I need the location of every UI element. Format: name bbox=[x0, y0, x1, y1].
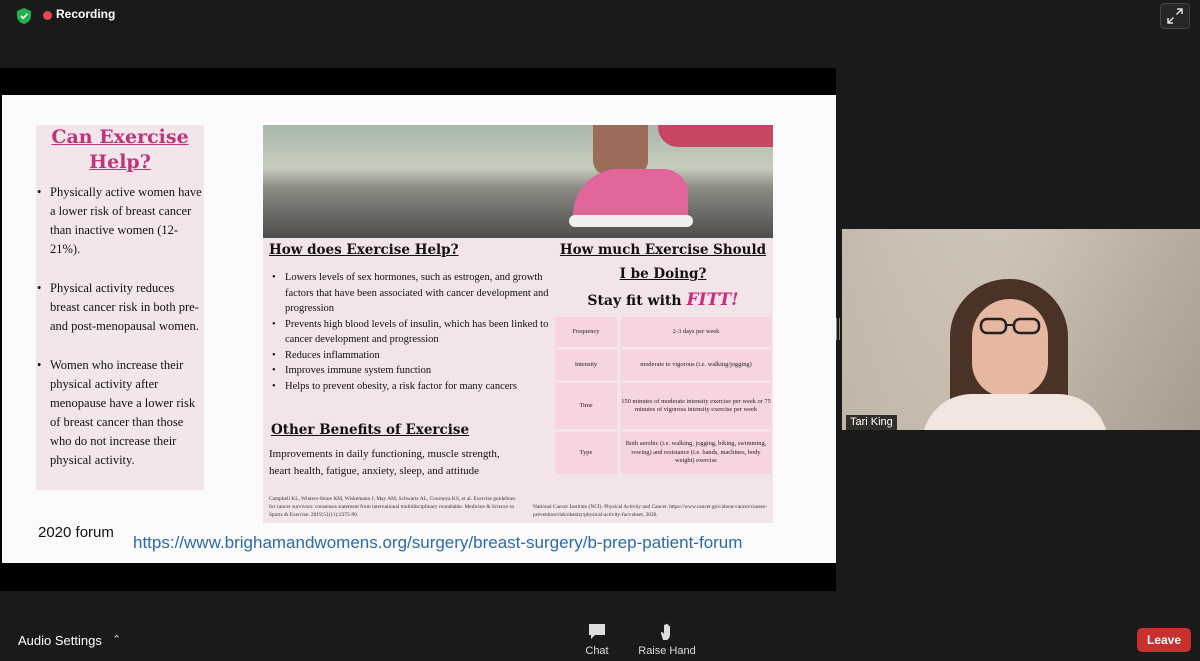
participant-shirt bbox=[922, 394, 1108, 430]
recording-label[interactable]: Recording bbox=[56, 7, 115, 21]
list-item: Reduces inflammation bbox=[271, 348, 551, 364]
meeting-top-bar: Recording bbox=[0, 0, 1200, 32]
photo-arm bbox=[658, 125, 773, 147]
presentation-slide: Can Exercise Help? Physically active wom… bbox=[2, 95, 836, 563]
participant-glasses bbox=[979, 317, 1041, 335]
fitt-label: Time bbox=[555, 383, 617, 429]
fitt-value: Both aerobic (i.e. walking, jogging, bik… bbox=[621, 432, 771, 474]
table-row: Frequency 2-3 days per week bbox=[555, 317, 771, 347]
fitt-label: Type bbox=[555, 432, 617, 474]
table-row: Type Both aerobic (i.e. walking, jogging… bbox=[555, 432, 771, 474]
participant-name-tag: Tari King bbox=[846, 415, 897, 430]
how-much-heading-line2: I be Doing? bbox=[619, 266, 707, 282]
chevron-up-icon[interactable]: ⌃ bbox=[112, 633, 121, 646]
list-item: Physical activity reduces breast cancer … bbox=[36, 279, 204, 336]
meeting-toolbar: Audio Settings ⌃ Chat Raise Hand Leave bbox=[0, 617, 1200, 661]
recording-dot-icon bbox=[43, 11, 52, 20]
list-item: Women who increase their physical activi… bbox=[36, 356, 204, 470]
fitt-value: moderate to vigorous (i.e. walking/joggi… bbox=[621, 350, 771, 380]
fitt-value: 150 minutes of moderate intensity exerci… bbox=[621, 383, 771, 429]
reference-left: Campbell KL, Winters-Stone KM, Wiskemann… bbox=[269, 496, 516, 518]
raise-hand-label: Raise Hand bbox=[638, 645, 696, 657]
list-item: Physically active women have a lower ris… bbox=[36, 183, 204, 259]
raise-hand-button[interactable]: Raise Hand bbox=[627, 623, 707, 657]
fitt-text: FITT! bbox=[686, 290, 739, 310]
forum-label: 2020 forum bbox=[38, 524, 114, 541]
fullscreen-button[interactable] bbox=[1160, 3, 1190, 29]
participant-face bbox=[972, 299, 1048, 397]
list-item: Improves immune system function bbox=[271, 363, 551, 379]
fitt-label: Intensity bbox=[555, 350, 617, 380]
fullscreen-icon bbox=[1167, 8, 1183, 24]
raise-hand-icon bbox=[661, 623, 670, 640]
list-item: Lowers levels of sex hormones, such as e… bbox=[271, 270, 551, 317]
chat-button[interactable]: Chat bbox=[557, 623, 637, 657]
fitt-table: Frequency 2-3 days per week Intensity mo… bbox=[555, 317, 771, 477]
other-benefits-heading: Other Benefits of Exercise bbox=[271, 422, 470, 438]
how-much-heading-line1: How much Exercise Should bbox=[559, 242, 767, 258]
photo-leg bbox=[593, 125, 648, 175]
photo-sole bbox=[569, 215, 693, 227]
audio-settings-button[interactable]: Audio Settings bbox=[18, 633, 102, 648]
chat-label: Chat bbox=[585, 645, 609, 657]
stay-fit-text: Stay fit with bbox=[587, 293, 682, 309]
leave-button[interactable]: Leave bbox=[1137, 628, 1191, 652]
left-panel-bullets: Physically active women have a lower ris… bbox=[36, 183, 204, 490]
table-row: Intensity moderate to vigorous (i.e. wal… bbox=[555, 350, 771, 380]
right-info-panel: How does Exercise Help? Lowers levels of… bbox=[263, 125, 773, 523]
list-item: Prevents high blood levels of insulin, w… bbox=[271, 317, 551, 348]
fitt-value: 2-3 days per week bbox=[621, 317, 771, 347]
fitt-label: Frequency bbox=[555, 317, 617, 347]
left-info-panel: Can Exercise Help? Physically active wom… bbox=[36, 125, 204, 490]
how-does-bullets: Lowers levels of sex hormones, such as e… bbox=[271, 270, 551, 394]
shield-check-icon[interactable] bbox=[17, 8, 31, 24]
forum-link[interactable]: https://www.brighamandwomens.org/surgery… bbox=[133, 533, 742, 553]
stay-fit-heading: Stay fit with FITT! bbox=[553, 290, 773, 310]
reference-right: National Cancer Institute (NCI). Physica… bbox=[533, 504, 767, 518]
how-much-heading: How much Exercise Should I be Doing? bbox=[553, 238, 773, 286]
left-panel-title: Can Exercise Help? bbox=[51, 126, 189, 173]
list-item: Helps to prevent obesity, a risk factor … bbox=[271, 379, 551, 395]
chat-bubble-icon bbox=[589, 624, 605, 639]
running-shoe-photo bbox=[263, 125, 773, 238]
how-does-heading: How does Exercise Help? bbox=[269, 242, 459, 258]
other-benefits-text: Improvements in daily functioning, muscl… bbox=[269, 448, 500, 477]
participant-video[interactable] bbox=[842, 229, 1200, 430]
table-row: Time 150 minutes of moderate intensity e… bbox=[555, 383, 771, 429]
